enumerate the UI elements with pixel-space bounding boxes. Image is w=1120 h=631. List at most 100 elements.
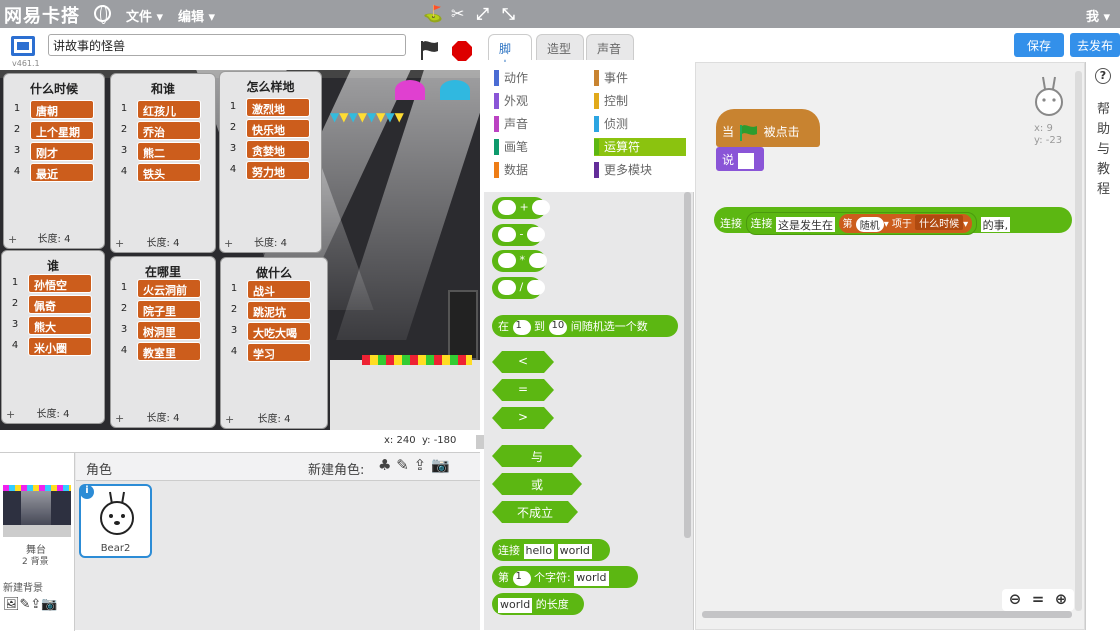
info-icon[interactable]: i bbox=[80, 485, 94, 499]
brush-icon[interactable]: ✎ bbox=[20, 597, 31, 612]
equals-block[interactable]: = bbox=[492, 379, 554, 401]
when-flag-clicked-block[interactable]: 当 被点击 bbox=[716, 109, 820, 147]
zoom-in-icon[interactable]: ⊕ bbox=[1052, 590, 1070, 608]
length-of-block[interactable]: world 的长度 bbox=[492, 593, 584, 615]
add-block[interactable]: + bbox=[492, 197, 551, 219]
upload-sprite-icon[interactable]: ⇪ bbox=[414, 456, 427, 474]
paint-backdrop-icon[interactable]: 🖼 bbox=[3, 597, 20, 612]
project-title-input[interactable]: 讲故事的怪兽 bbox=[48, 34, 406, 56]
new-sprite-label: 新建角色: bbox=[308, 463, 365, 478]
list-panel-where[interactable]: 在哪里 1 火云洞前 2 院子里 3 树洞里 4 教室里 + 长度: 4 bbox=[110, 256, 216, 428]
list-panel-do-what[interactable]: 做什么 1 战斗 2 跳泥坑 3 大吃大喝 4 学习 + 长度: 4 bbox=[220, 257, 328, 429]
subtract-block[interactable]: - bbox=[492, 224, 545, 246]
current-sprite-icon bbox=[1035, 76, 1063, 116]
stage-thumbnail-column[interactable]: 舞台 2 背景 新建背景 🖼✎⇪📷 bbox=[0, 453, 75, 631]
tab-costumes[interactable]: 造型 bbox=[536, 34, 584, 60]
palette-scrollbar[interactable] bbox=[684, 192, 691, 538]
category-sensing[interactable]: 侦测 bbox=[594, 115, 686, 133]
upload-icon[interactable]: ⇪ bbox=[30, 597, 41, 612]
stage-canvas[interactable]: ▼▼▼▼▼▼▼▼ 什么时候 1 唐朝 2 上个星期 3 刚才 4 最近 + 长度: 4 … bbox=[0, 70, 480, 430]
divide-block[interactable]: / bbox=[492, 277, 545, 299]
item-of-list-block[interactable]: 第 随机 ▾ 项于 什么时候 ▾ bbox=[838, 214, 973, 233]
category-control[interactable]: 控制 bbox=[594, 92, 686, 110]
language-globe-icon[interactable] bbox=[94, 5, 111, 24]
grow-tool-icon[interactable]: ⤢ bbox=[476, 4, 489, 24]
scripts-vertical-scrollbar[interactable] bbox=[1075, 71, 1082, 611]
and-block[interactable]: 与 bbox=[492, 445, 582, 467]
mouse-coordinates: x: 240 y: -180 bbox=[384, 435, 457, 446]
list-panel-when[interactable]: 什么时候 1 唐朝 2 上个星期 3 刚才 4 最近 + 长度: 4 bbox=[3, 73, 105, 249]
category-more-blocks[interactable]: 更多模块 bbox=[594, 161, 686, 179]
random-block[interactable]: 在 1 到 10 间随机选一个数 bbox=[492, 315, 678, 337]
list-length: 长度: 4 bbox=[146, 413, 180, 424]
list-panel-how[interactable]: 怎么样地 1 激烈地 2 快乐地 3 贪婪地 4 努力地 + 长度: 4 bbox=[219, 71, 322, 253]
camera-icon[interactable]: 📷 bbox=[41, 597, 57, 612]
list-title: 和谁 bbox=[150, 82, 175, 96]
list-title: 怎么样地 bbox=[246, 80, 295, 94]
stage-mode-icon[interactable] bbox=[11, 36, 35, 56]
list-panel-with-whom[interactable]: 和谁 1 红孩儿 2 乔治 3 熊二 4 铁头 + 长度: 4 bbox=[110, 73, 216, 253]
tab-sounds[interactable]: 声音 bbox=[586, 34, 634, 60]
sprite-thumbnail-bear2[interactable]: i Bear2 bbox=[79, 484, 152, 558]
join-script-block[interactable]: 连接 连接 这是发生在 第 随机 ▾ 项于 什么时候 ▾ 的事, bbox=[714, 207, 1072, 235]
stage-light-row: ▼▼▼▼▼▼▼▼ bbox=[330, 110, 404, 124]
not-block[interactable]: 不成立 bbox=[492, 501, 578, 523]
sprite-y-readout: y: -23 bbox=[1034, 135, 1063, 146]
help-label[interactable]: 帮助与教程 bbox=[1097, 100, 1111, 200]
bear-sprite-icon bbox=[100, 491, 134, 535]
new-sprite-tools: ♣ ✎ ⇪ 📷 bbox=[378, 456, 450, 474]
list-panel-who[interactable]: 谁 1 孙悟空 2 佩奇 3 熊大 4 米小圈 + 长度: 4 bbox=[1, 250, 105, 424]
list-title: 谁 bbox=[46, 259, 59, 273]
category-pen[interactable]: 画笔 bbox=[494, 138, 584, 156]
multiply-block[interactable]: * bbox=[492, 250, 547, 272]
camera-sprite-icon[interactable]: 📷 bbox=[431, 456, 450, 474]
sprite-name: Bear2 bbox=[100, 543, 131, 554]
list-length: 长度: 4 bbox=[37, 234, 71, 245]
publish-button[interactable]: 去发布 bbox=[1070, 33, 1120, 57]
help-icon[interactable]: ? bbox=[1095, 68, 1111, 84]
delete-tool-icon[interactable]: ✂ bbox=[451, 4, 464, 23]
stage-thumbnail[interactable] bbox=[3, 485, 71, 537]
edit-menu[interactable]: 编辑 ▾ bbox=[178, 6, 215, 25]
paint-sprite-icon[interactable]: ✎ bbox=[396, 456, 409, 474]
list-length: 长度: 4 bbox=[146, 238, 180, 249]
blue-spotlight-icon bbox=[440, 80, 470, 100]
zoom-out-icon[interactable]: ⊖ bbox=[1006, 590, 1024, 608]
say-block[interactable]: 说 bbox=[716, 147, 764, 171]
nested-join-block[interactable]: 连接 这是发生在 第 随机 ▾ 项于 什么时候 ▾ bbox=[745, 212, 978, 235]
stop-icon[interactable] bbox=[452, 41, 472, 61]
category-motion[interactable]: 动作 bbox=[494, 69, 584, 87]
scripts-area[interactable]: 当 被点击 说 连接 连接 这是发生在 第 随机 ▾ 项于 什么时候 ▾ 的事, x… bbox=[695, 62, 1085, 630]
file-menu[interactable]: 文件 ▾ bbox=[126, 6, 163, 25]
pink-spotlight-icon bbox=[395, 80, 425, 100]
list-title: 什么时候 bbox=[29, 82, 78, 96]
scripts-horizontal-scrollbar[interactable] bbox=[702, 611, 1072, 618]
tab-scripts[interactable]: 脚本 bbox=[488, 34, 532, 73]
list-title: 在哪里 bbox=[144, 265, 181, 279]
greater-than-block[interactable]: > bbox=[492, 407, 554, 429]
category-sound[interactable]: 声音 bbox=[494, 115, 584, 133]
sprite-library-icon[interactable]: ♣ bbox=[378, 456, 391, 474]
category-looks[interactable]: 外观 bbox=[494, 92, 584, 110]
shrink-tool-icon[interactable]: ⤡ bbox=[502, 4, 515, 24]
category-events[interactable]: 事件 bbox=[594, 69, 686, 87]
light-string bbox=[362, 355, 472, 365]
letter-of-block[interactable]: 第 1 个字符: world bbox=[492, 566, 638, 588]
pane-collapse-handle[interactable] bbox=[476, 435, 484, 449]
menu-bar: 网易卡搭 文件 ▾ 编辑 ▾ ⛳ ✂ ⤢ ⤡ 我 ▾ bbox=[0, 0, 1120, 28]
join-block[interactable]: 连接 hello world bbox=[492, 539, 610, 561]
save-button[interactable]: 保存 bbox=[1014, 33, 1064, 57]
duplicate-tool-icon[interactable]: ⛳ bbox=[423, 4, 443, 23]
or-block[interactable]: 或 bbox=[492, 473, 582, 495]
less-than-block[interactable]: < bbox=[492, 351, 554, 373]
app-logo[interactable]: 网易卡搭 bbox=[4, 2, 80, 28]
zoom-reset-icon[interactable]: = bbox=[1029, 590, 1047, 608]
category-operators[interactable]: 运算符 bbox=[594, 138, 686, 156]
backdrop-count: 2 背景 bbox=[22, 557, 49, 567]
green-flag-icon[interactable] bbox=[419, 39, 441, 61]
sprites-title: 角色 bbox=[86, 463, 113, 478]
category-data[interactable]: 数据 bbox=[494, 161, 584, 179]
help-panel[interactable]: ? 帮助与教程 bbox=[1085, 62, 1120, 630]
user-menu[interactable]: 我 ▾ bbox=[1086, 6, 1110, 25]
block-palette: 动作 事件 外观 控制 声音 侦测 画笔 运算符 数据 更多模块 + - * /… bbox=[484, 62, 694, 630]
